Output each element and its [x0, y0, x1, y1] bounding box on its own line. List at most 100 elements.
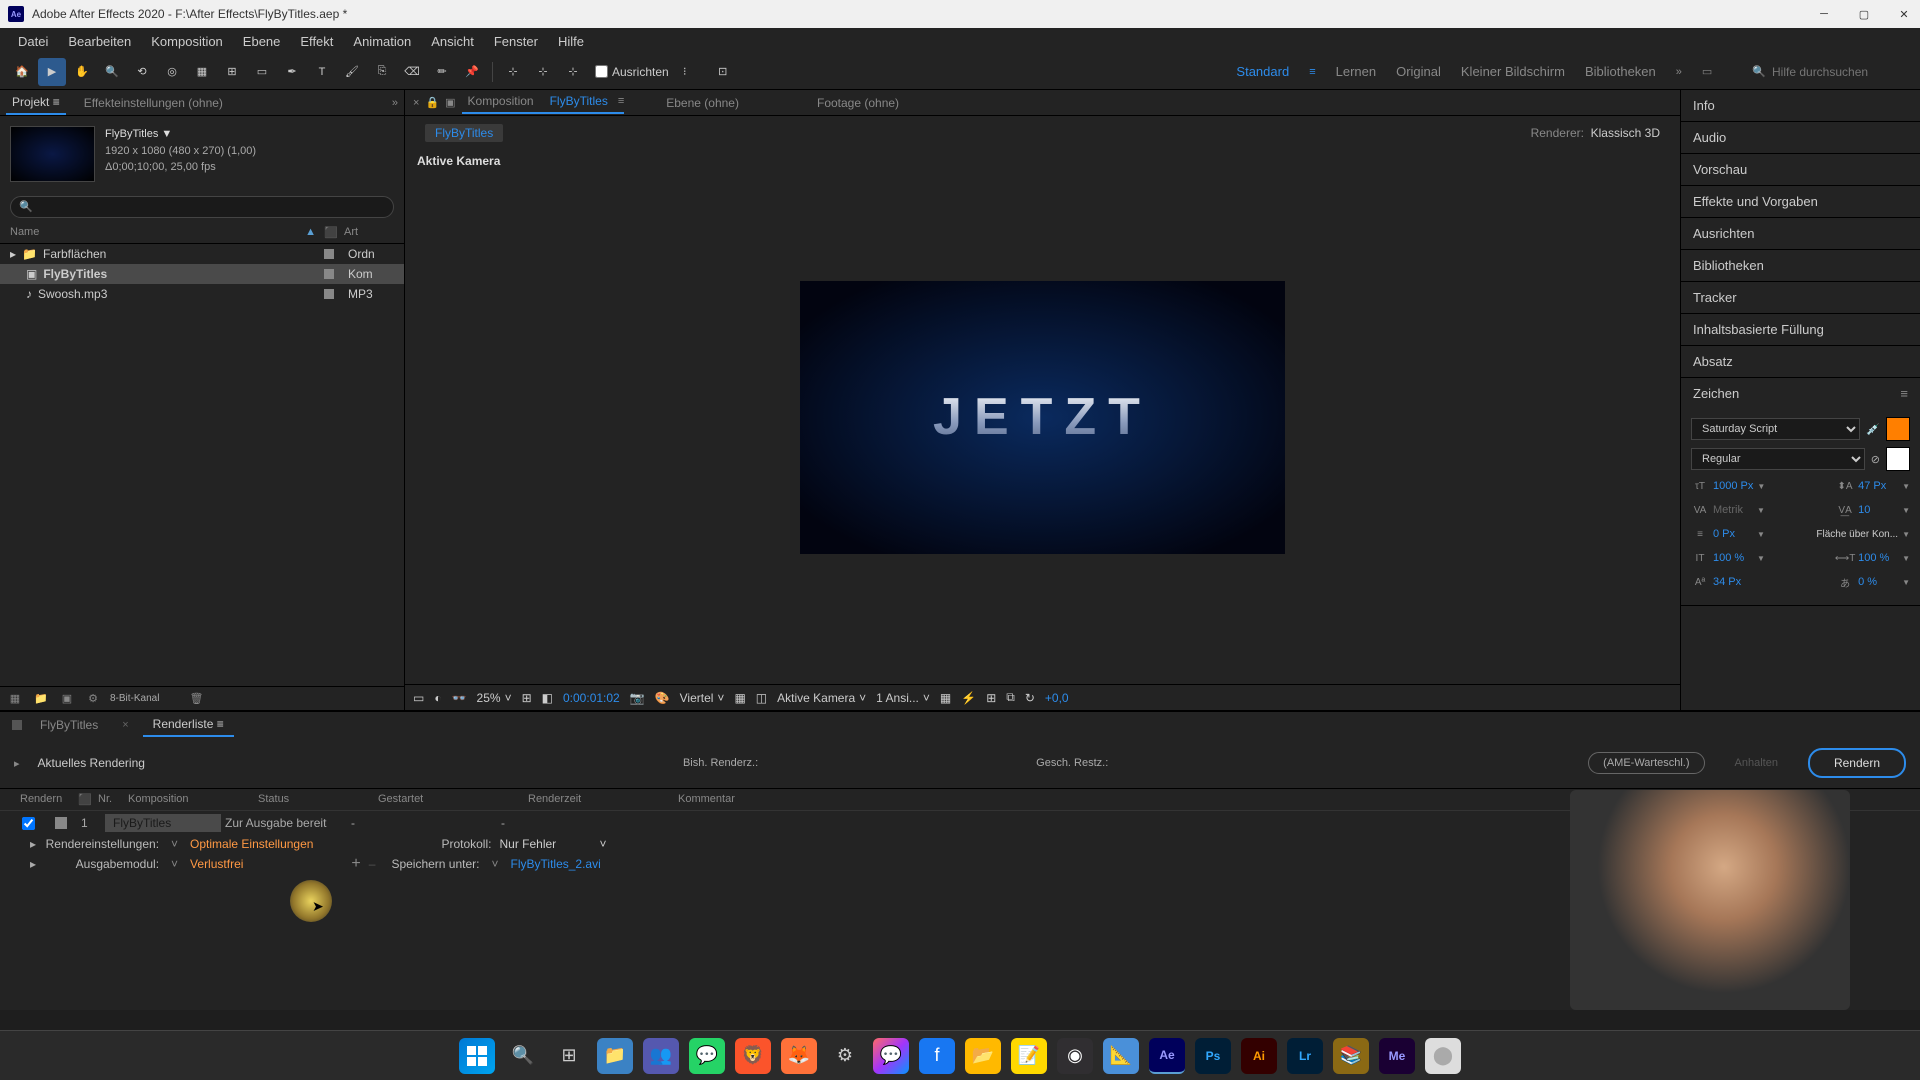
renderer-dropdown[interactable]: Klassisch 3D [1591, 126, 1660, 140]
effect-controls-tab[interactable]: Effekteinstellungen (ohne) [78, 92, 229, 114]
app-icon-4[interactable]: ⬤ [1425, 1038, 1461, 1074]
libraries-panel-header[interactable]: Bibliotheken [1681, 250, 1920, 281]
layer-tab[interactable]: Ebene (ohne) [660, 94, 745, 112]
obs-icon[interactable]: ◉ [1057, 1038, 1093, 1074]
project-settings-icon[interactable]: ⚙ [84, 690, 102, 708]
snapshot-icon[interactable]: 📷 [630, 691, 645, 705]
workspace-lernen[interactable]: Lernen [1336, 64, 1376, 79]
font-style-dropdown[interactable]: Regular [1691, 448, 1865, 470]
home-button[interactable]: 🏠 [8, 58, 36, 86]
stroke-width-value[interactable]: 0 Px [1713, 528, 1753, 540]
effects-presets-header[interactable]: Effekte und Vorgaben [1681, 186, 1920, 217]
hand-tool[interactable]: ✋ [68, 58, 96, 86]
workspace-menu-icon[interactable]: ≡ [1309, 66, 1315, 78]
character-panel-header[interactable]: Zeichen ≡ [1681, 378, 1920, 409]
saveas-dropdown-icon[interactable]: ˅ [492, 857, 499, 871]
project-tab[interactable]: Projekt ≡ [6, 91, 66, 115]
fill-color-swatch[interactable] [1886, 417, 1910, 441]
menu-effekt[interactable]: Effekt [290, 30, 343, 53]
clone-tool[interactable]: ⎘ [368, 58, 396, 86]
disclosure-icon[interactable]: ▸ [10, 247, 16, 261]
project-item-audio[interactable]: ♪ Swoosh.mp3 MP3 [0, 284, 404, 304]
app-icon-2[interactable]: 📐 [1103, 1038, 1139, 1074]
comp-name-label[interactable]: FlyByTitles ▼ [105, 126, 256, 143]
panel-overflow-icon[interactable]: » [392, 97, 398, 109]
roi-icon[interactable]: ◧ [542, 691, 553, 705]
menu-hilfe[interactable]: Hilfe [548, 30, 594, 53]
transparency-icon[interactable]: ▦ [734, 691, 745, 705]
messenger-icon[interactable]: 💬 [873, 1038, 909, 1074]
col-header-name[interactable]: Name [10, 226, 305, 239]
col-header-label-icon[interactable]: ⬛ [324, 226, 344, 239]
tsume-value[interactable]: 0 % [1858, 576, 1898, 588]
align-panel-header[interactable]: Ausrichten [1681, 218, 1920, 249]
minimize-button[interactable]: ─ [1816, 6, 1832, 22]
col-comment[interactable]: Kommentar [670, 793, 743, 806]
brave-icon[interactable]: 🦁 [735, 1038, 771, 1074]
item-label-icon[interactable] [55, 817, 67, 829]
selection-tool[interactable]: ▶ [38, 58, 66, 86]
alpha-icon[interactable]: ◐ [434, 691, 441, 705]
timeline-comp-tab[interactable]: FlyByTitles [30, 714, 108, 736]
col-status[interactable]: Status [250, 793, 370, 806]
content-fill-header[interactable]: Inhaltsbasierte Füllung [1681, 314, 1920, 345]
files-icon[interactable]: 📂 [965, 1038, 1001, 1074]
3d-view-icon[interactable]: ◫ [756, 691, 767, 705]
render-button[interactable]: Rendern [1808, 748, 1906, 778]
comp-breadcrumb[interactable]: FlyByTitles [413, 120, 515, 146]
no-fill-icon[interactable]: ⊘ [1871, 453, 1880, 466]
start-button[interactable] [459, 1038, 495, 1074]
snap-grid-icon[interactable]: ⊡ [709, 58, 737, 86]
info-panel-header[interactable]: Info [1681, 90, 1920, 121]
magnification-icon[interactable]: ▭ [413, 691, 424, 705]
help-search-input[interactable] [1772, 65, 1912, 79]
explorer-icon[interactable]: 📁 [597, 1038, 633, 1074]
snap-option-icon[interactable]: ⁝ [671, 58, 699, 86]
workspace-overflow-icon[interactable]: » [1676, 66, 1682, 78]
tracking-value[interactable]: 10 [1858, 504, 1898, 516]
media-encoder-icon[interactable]: Me [1379, 1038, 1415, 1074]
exposure-value[interactable]: +0,0 [1045, 691, 1069, 705]
menu-datei[interactable]: Datei [8, 30, 58, 53]
whatsapp-icon[interactable]: 💬 [689, 1038, 725, 1074]
menu-ebene[interactable]: Ebene [233, 30, 291, 53]
facebook-icon[interactable]: f [919, 1038, 955, 1074]
teams-icon[interactable]: 👥 [643, 1038, 679, 1074]
saveas-link[interactable]: FlyByTitles_2.avi [511, 857, 601, 871]
tab-close-icon[interactable]: × [413, 97, 419, 109]
camera-tool[interactable]: ▦ [188, 58, 216, 86]
render-settings-link[interactable]: Optimale Einstellungen [190, 837, 313, 851]
col-label-icon[interactable]: ⬛ [70, 793, 90, 806]
app-icon-1[interactable]: ⚙ [827, 1038, 863, 1074]
menu-bearbeiten[interactable]: Bearbeiten [58, 30, 141, 53]
resolution-dropdown[interactable]: Viertel ˅ [680, 691, 725, 705]
stroke-option-dropdown[interactable]: Fläche über Kon... [1816, 529, 1898, 540]
font-size-value[interactable]: 1000 Px [1713, 480, 1753, 492]
menu-fenster[interactable]: Fenster [484, 30, 548, 53]
local-axis-icon[interactable]: ⊹ [499, 58, 527, 86]
channel-icon[interactable]: 🎨 [655, 691, 670, 705]
render-checkbox[interactable] [22, 817, 35, 830]
delete-icon[interactable]: 🗑 [187, 690, 205, 708]
eyedropper-icon[interactable]: 💉 [1866, 423, 1880, 436]
task-view-icon[interactable]: ⊞ [551, 1038, 587, 1074]
close-button[interactable]: ✕ [1896, 6, 1912, 22]
app-icon-3[interactable]: 📚 [1333, 1038, 1369, 1074]
type-tool[interactable]: T [308, 58, 336, 86]
roto-tool[interactable]: ✏ [428, 58, 456, 86]
protocol-dropdown[interactable]: Nur Fehler ˅ [499, 837, 606, 851]
leading-value[interactable]: 47 Px [1858, 480, 1898, 492]
output-module-link[interactable]: Verlustfrei [190, 857, 243, 871]
workspace-kleiner[interactable]: Kleiner Bildschirm [1461, 64, 1565, 79]
orbit-tool[interactable]: ⟲ [128, 58, 156, 86]
bpc-button[interactable]: 8-Bit-Kanal [110, 693, 159, 704]
workspace-bibliotheken[interactable]: Bibliotheken [1585, 64, 1656, 79]
zoom-tool[interactable]: 🔍 [98, 58, 126, 86]
col-started[interactable]: Gestartet [370, 793, 520, 806]
photoshop-icon[interactable]: Ps [1195, 1038, 1231, 1074]
font-family-dropdown[interactable]: Saturday Script [1691, 418, 1860, 440]
zoom-dropdown[interactable]: 25% ˅ [477, 691, 512, 705]
ame-queue-button[interactable]: (AME-Warteschl.) [1588, 752, 1704, 774]
interpret-footage-icon[interactable]: ▦ [6, 690, 24, 708]
resolution-menu-icon[interactable]: ⊞ [522, 691, 532, 705]
